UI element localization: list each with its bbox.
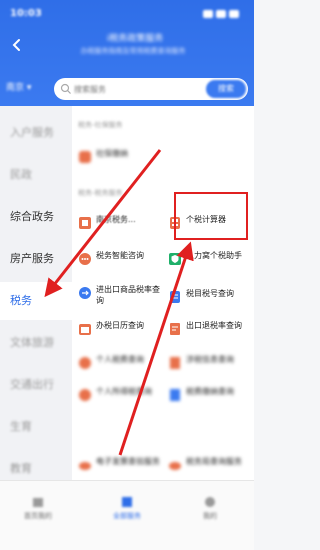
service-item-tax-calendar[interactable]: 办税日历查询 [78,320,164,340]
section-label: 税务-税务服务 [78,189,123,197]
bottom-tab-bar: 首页我的 全部服务 我的 [0,480,254,550]
sidebar-item-civil-affairs[interactable]: 民政 [0,156,72,194]
search-box[interactable]: 搜索 [54,78,248,100]
app-header: 10:03 i税务政策服务 办税服务指南及常用税费查询服务 南京 ▾ 搜索 [0,0,254,106]
service-item[interactable]: 税务局查询服务 [168,456,252,476]
region-label: 南京 [6,83,25,93]
person-icon [79,357,91,369]
service-item[interactable]: 社保缴纳 [78,148,178,168]
social-security-icon [79,151,91,163]
service-item[interactable]: 个人税费查询 [78,354,164,374]
section-label: 税务-社保服务 [78,121,123,129]
sidebar-item-birth[interactable]: 生育 [0,408,72,446]
service-item-export-rebate[interactable]: 出口退税率查询 [168,320,252,340]
service-item[interactable]: 电子发票查验服务 [78,456,164,476]
service-label: 进出口商品税率查询 [96,285,160,305]
service-label: 税务局查询服务 [186,457,242,466]
sidebar-item-culture-tourism[interactable]: 文体旅游 [0,324,72,362]
service-label: 个人税费查询 [96,355,144,364]
tab-label: 我的 [203,512,217,520]
service-item[interactable]: 税费缴纳查询 [168,386,252,406]
service-label: 人力窝个税助手 [186,251,242,260]
status-time: 10:03 [10,8,42,19]
service-label: 南京税务... [96,215,136,224]
status-icons [200,10,244,20]
tax-logo-icon [79,217,91,229]
tab-label: 全部服务 [113,512,141,520]
region-selector[interactable]: 南京 ▾ [6,80,46,98]
service-item-tax-assistant[interactable]: 人力窝个税助手 [168,250,252,270]
ledger-icon [170,291,180,303]
service-label: 个人所得税查询 [96,387,152,396]
service-label: 税目税号查询 [186,289,234,298]
sidebar-item-transport[interactable]: 交通出行 [0,366,72,404]
cloud-icon [79,462,91,470]
service-label: 电子发票查验服务 [96,457,160,466]
category-sidebar: 入户服务 民政 综合政务 房产服务 税务 文体旅游 交通出行 生育 教育 [0,106,72,480]
search-row: 南京 ▾ 搜索 [6,76,248,102]
search-button[interactable]: 搜索 [206,80,246,98]
page-title: i税务政策服务 [106,34,164,44]
service-label: 涉税信息查询 [186,355,234,364]
service-label: 税费缴纳查询 [186,387,234,396]
tab-label: 首页我的 [24,512,52,520]
user-icon [205,497,215,507]
search-input[interactable] [74,81,194,97]
service-label: 税务智能咨询 [96,251,144,260]
document-icon [170,357,180,369]
home-icon [33,498,43,507]
tab-mine[interactable]: 我的 [180,495,240,529]
sidebar-item-household[interactable]: 入户服务 [0,114,72,152]
service-item[interactable]: 涉税信息查询 [168,354,252,374]
grid-icon [122,497,132,507]
sidebar-item-tax[interactable]: 税务 [0,282,72,320]
tab-all-services[interactable]: 全部服务 [97,495,157,529]
search-icon [60,83,71,94]
ledger-icon [170,389,180,401]
service-item-tax-code-query[interactable]: 税目税号查询 [168,288,252,308]
person-icon [79,389,91,401]
service-item[interactable]: 个人所得税查询 [78,386,164,406]
cloud-icon [169,462,181,470]
status-bar: 10:03 [10,8,244,24]
annotation-highlight-box [174,192,248,240]
back-icon[interactable] [10,38,24,52]
sidebar-item-housing[interactable]: 房产服务 [0,240,72,278]
chevron-down-icon: ▾ [26,83,32,93]
page-subtitle: 办税服务指南及常用税费查询服务 [80,47,186,55]
service-label: 社保缴纳 [96,149,128,158]
shield-icon [169,253,181,265]
chat-icon [79,253,91,265]
service-item-import-export-rate[interactable]: 进出口商品税率查询 [78,284,166,310]
service-label: 办税日历查询 [96,321,144,330]
calendar-icon [79,324,91,335]
import-export-icon [79,287,91,299]
service-label: 出口退税率查询 [186,321,242,330]
service-content: 税务-社保服务 社保缴纳 税务-税务服务 南京税务... 个税计算器 税务智能咨… [72,106,254,480]
service-item-smart-consult[interactable]: 税务智能咨询 [78,250,164,270]
sidebar-item-government[interactable]: 综合政务 [0,198,72,236]
service-item-local-tax[interactable]: 南京税务... [78,214,158,234]
document-icon [170,323,180,335]
tab-home[interactable]: 首页我的 [8,495,68,529]
